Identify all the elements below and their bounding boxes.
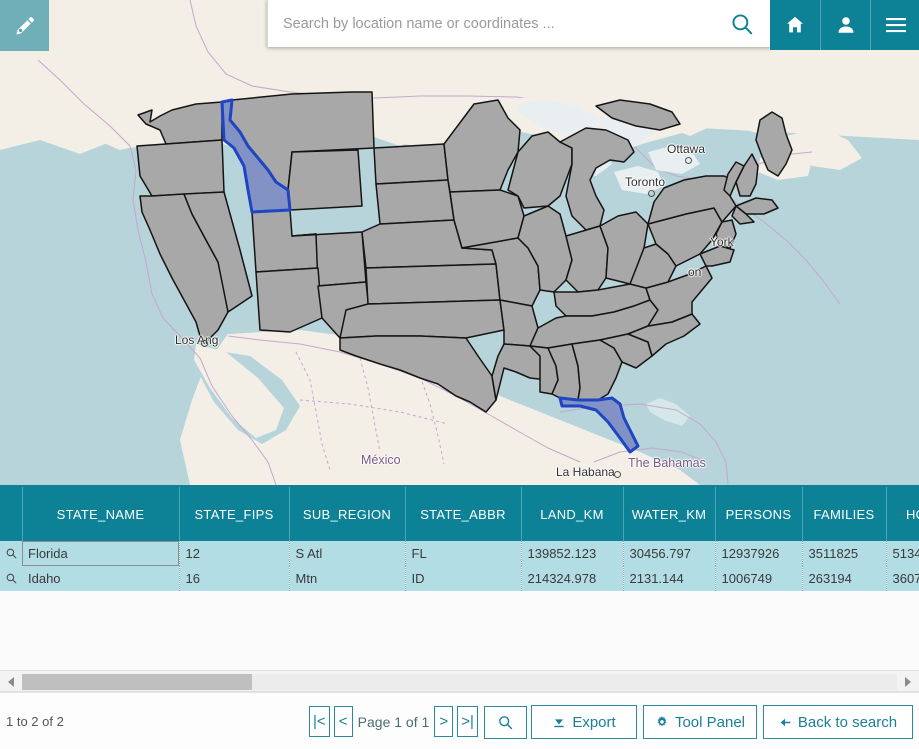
table-horizontal-scrollbar[interactable] [0,670,919,692]
pen-icon [15,16,34,35]
scroll-right-arrow-icon[interactable] [900,674,914,689]
map-vector [0,0,919,485]
attribute-table: STATE_NAME STATE_FIPS SUB_REGION STATE_A… [0,487,919,591]
draw-tool-button[interactable] [0,0,49,51]
app-root: Ottawa Toronto York on Los Ang México La… [0,0,919,749]
pagination-controls: |< < Page 1 of 1 > >| [309,706,527,739]
user-icon [838,17,854,33]
map-dot-toronto [648,190,655,197]
search-icon [499,716,513,730]
cell-sub-region[interactable]: S Atl [289,541,406,566]
back-to-search-button[interactable]: Back to search [763,705,913,739]
column-header-sub-region[interactable]: SUB_REGION [289,487,406,541]
cell-state-abbr[interactable]: ID [405,566,522,591]
cell-state-name[interactable]: Florida [22,541,180,566]
tool-panel-button[interactable]: Tool Panel [643,705,757,739]
cell-water-km[interactable]: 30456.797 [623,541,716,566]
column-header-water-km[interactable]: WATER_KM [623,487,716,541]
search-icon [732,13,753,34]
last-page-button[interactable]: >| [457,706,478,737]
column-header-families[interactable]: FAMILIES [802,487,887,541]
next-page-button[interactable]: > [434,706,454,737]
chevron-right-icon [905,676,911,687]
attribute-table-panel: STATE_NAME STATE_FIPS SUB_REGION STATE_A… [0,485,919,749]
row-zoom-button[interactable] [0,566,22,591]
table-header-row: STATE_NAME STATE_FIPS SUB_REGION STATE_A… [0,487,919,541]
column-header-state-name[interactable]: STATE_NAME [22,487,180,541]
cell-water-km[interactable]: 2131.144 [623,566,716,591]
table-row[interactable]: Florida 12 S Atl FL 139852.123 30456.797… [0,541,919,566]
column-header-households[interactable]: HOUSEHOLD [886,487,919,541]
column-header-state-abbr[interactable]: STATE_ABBR [405,487,522,541]
cell-state-fips[interactable]: 12 [179,541,290,566]
hamburger-menu-button[interactable] [870,0,919,50]
row-zoom-button[interactable] [0,541,22,566]
cell-state-fips[interactable]: 16 [179,566,290,591]
arrow-left-icon [779,716,792,729]
search-input[interactable] [281,0,709,48]
table-row[interactable]: Idaho 16 Mtn ID 214324.978 2131.144 1006… [0,566,919,591]
page-indicator-label: Page 1 of 1 [357,713,430,730]
cell-state-abbr[interactable]: FL [405,541,522,566]
home-icon [787,16,803,33]
cell-families[interactable]: 263194 [802,566,887,591]
search-submit-button[interactable] [713,0,771,47]
top-bar [0,0,919,51]
cell-land-km[interactable]: 214324.978 [521,566,624,591]
column-header-persons[interactable]: PERSONS [715,487,803,541]
column-header-land-km[interactable]: LAND_KM [521,487,624,541]
map-canvas[interactable]: Ottawa Toronto York on Los Ang México La… [0,0,919,485]
cell-persons[interactable]: 12937926 [715,541,803,566]
search-bar[interactable] [267,0,771,48]
cell-households[interactable]: 5134869 [886,541,919,566]
tool-panel-label: Tool Panel [674,713,746,731]
table-body: Florida 12 S Atl FL 139852.123 30456.797… [0,541,919,591]
home-button[interactable] [770,0,820,50]
cell-state-name[interactable]: Idaho [22,566,180,591]
table-header: STATE_NAME STATE_FIPS SUB_REGION STATE_A… [0,487,919,541]
cell-sub-region[interactable]: Mtn [289,566,406,591]
back-to-search-label: Back to search [797,713,898,731]
user-account-button[interactable] [820,0,871,50]
hamburger-icon [885,18,906,33]
search-icon [6,548,16,559]
scrollbar-thumb[interactable] [22,674,252,690]
header-zoom-column [0,487,23,541]
first-page-button[interactable]: |< [309,706,330,737]
cell-households[interactable]: 360723 [886,566,919,591]
search-icon [6,573,16,584]
record-count-label: 1 to 2 of 2 [6,714,64,729]
export-label: Export [572,713,616,731]
previous-page-button[interactable]: < [333,706,353,737]
chevron-left-icon [8,676,14,687]
scroll-left-arrow-icon[interactable] [5,674,19,689]
export-button[interactable]: Export [531,705,637,739]
cell-persons[interactable]: 1006749 [715,566,803,591]
zoom-to-selection-button[interactable] [483,706,527,739]
map-dot-la-habana [614,471,621,478]
column-header-state-fips[interactable]: STATE_FIPS [179,487,290,541]
table-footer-toolbar: 1 to 2 of 2 |< < Page 1 of 1 > >| Export… [0,692,919,749]
map-dot-los-angeles [201,340,208,347]
cell-land-km[interactable]: 139852.123 [521,541,624,566]
map-dot-ottawa [685,157,692,164]
gear-icon [655,715,669,729]
attribute-table-scroll[interactable]: STATE_NAME STATE_FIPS SUB_REGION STATE_A… [0,487,919,687]
download-icon [552,715,566,729]
cell-families[interactable]: 3511825 [802,541,887,566]
